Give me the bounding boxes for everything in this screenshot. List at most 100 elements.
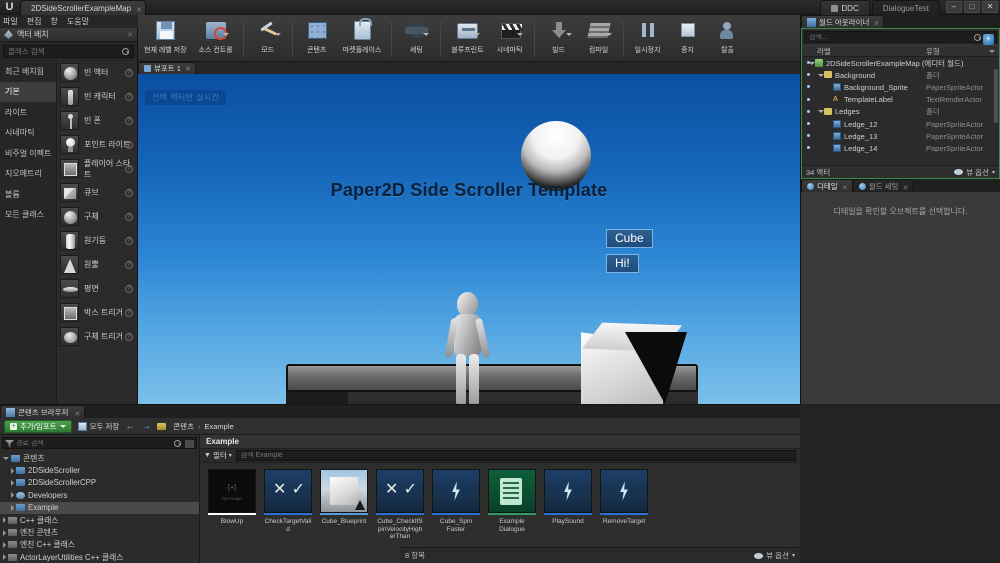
outliner-row[interactable]: Ledges 폴더: [802, 106, 999, 118]
chevron-down-icon[interactable]: [222, 33, 229, 36]
visibility-eye-icon[interactable]: [804, 133, 813, 140]
place-item-8[interactable]: 원뿔?: [57, 253, 137, 277]
info-icon[interactable]: ?: [125, 237, 133, 245]
outliner-search-input[interactable]: [809, 33, 980, 41]
info-icon[interactable]: ?: [125, 117, 133, 125]
info-icon[interactable]: ?: [125, 69, 133, 77]
place-category-4[interactable]: 비주얼 이펙트: [0, 143, 56, 164]
class-search-box[interactable]: [3, 45, 134, 58]
source-tree-node[interactable]: 2DSideScrollerCPP: [0, 477, 199, 489]
info-icon[interactable]: ?: [125, 213, 133, 221]
info-icon[interactable]: ?: [125, 93, 133, 101]
source-tree-node[interactable]: ActorLayerUtilities C++ 클래스: [0, 551, 199, 563]
info-icon[interactable]: ?: [125, 309, 133, 317]
breadcrumb-content[interactable]: 콘텐츠: [173, 421, 194, 432]
add-actor-button[interactable]: +: [983, 34, 994, 45]
visibility-eye-icon[interactable]: [804, 108, 813, 115]
place-category-2[interactable]: 라이트: [0, 102, 56, 123]
outliner-search-box[interactable]: +: [804, 31, 997, 45]
toolbar-content[interactable]: 콘텐츠: [297, 19, 337, 61]
chevron-down-icon[interactable]: [605, 33, 612, 36]
menu-edit[interactable]: 편집: [27, 16, 42, 27]
toolbar-pause[interactable]: 일시정지: [628, 19, 668, 61]
asset-tile[interactable]: Example Dialogue: [488, 469, 536, 547]
place-item-5[interactable]: 큐브?: [57, 181, 137, 205]
tab-world-settings[interactable]: 월드 세팅 ✕: [852, 179, 914, 192]
place-actors-tab[interactable]: 액터 배치 ✕: [0, 28, 137, 42]
place-item-9[interactable]: 평면?: [57, 277, 137, 301]
chevron-down-icon[interactable]: [423, 33, 430, 36]
asset-tile[interactable]: ✕ ✓ CheckTargetValid: [264, 469, 312, 547]
asset-tile[interactable]: PlaySound: [544, 469, 592, 547]
menu-file[interactable]: 파일: [3, 16, 18, 27]
minimize-button[interactable]: –: [946, 1, 962, 13]
column-label[interactable]: 라벨: [817, 46, 831, 57]
place-item-1[interactable]: 빈 캐릭터?: [57, 85, 137, 109]
place-category-3[interactable]: 시네마틱: [0, 123, 56, 144]
close-button[interactable]: ✕: [982, 1, 998, 13]
expand-arrow-icon[interactable]: [11, 504, 14, 511]
chevron-down-icon[interactable]: [989, 50, 995, 53]
add-import-button[interactable]: + 추가/임포트: [4, 419, 72, 433]
toolbar-source-control[interactable]: 소스 컨트롤: [193, 19, 239, 61]
place-item-2[interactable]: 빈 폰?: [57, 109, 137, 133]
place-item-0[interactable]: 빈 액터?: [57, 61, 137, 85]
expand-arrow-icon[interactable]: [3, 554, 6, 561]
filter-button[interactable]: ▼ 필터 ▾: [204, 450, 232, 461]
outliner-row[interactable]: Background_Sprite PaperSpriteActor: [802, 81, 999, 93]
expand-arrow-icon[interactable]: [3, 529, 6, 536]
column-type[interactable]: 유형: [926, 46, 940, 57]
place-category-0[interactable]: 최근 배치됨: [0, 61, 56, 82]
place-item-11[interactable]: 구체 트리거?: [57, 325, 137, 349]
outliner-row[interactable]: Background 폴더: [802, 69, 999, 81]
source-tree-node[interactable]: Developers: [0, 489, 199, 501]
toolbar-eject[interactable]: 탈출: [708, 19, 748, 61]
path-search-input[interactable]: [16, 439, 170, 447]
place-item-4[interactable]: 플레이어 스타트?: [57, 157, 137, 181]
info-icon[interactable]: ?: [125, 333, 133, 341]
place-category-6[interactable]: 볼륨: [0, 184, 56, 205]
collapse-arrow-icon[interactable]: [3, 456, 9, 460]
close-icon[interactable]: ✕: [75, 408, 81, 421]
world-outliner-tab[interactable]: 월드 아웃라이너 ✕: [801, 15, 885, 28]
expand-arrow-icon[interactable]: [11, 479, 14, 486]
asset-tile[interactable]: ✕ ✓ Cube_CheckIfSpinVelocityHigherThan: [376, 469, 424, 547]
info-icon[interactable]: ?: [125, 285, 133, 293]
place-item-10[interactable]: 박스 트리거?: [57, 301, 137, 325]
chevron-down-icon[interactable]: [565, 33, 572, 36]
expand-arrow-icon[interactable]: [3, 541, 6, 548]
outliner-row[interactable]: A TemplateLabel TextRenderActor: [802, 94, 999, 106]
toolbar-cinematics-clapper[interactable]: 시네마틱: [490, 19, 530, 61]
place-item-7[interactable]: 원기둥?: [57, 229, 137, 253]
breadcrumb-example[interactable]: Example: [204, 422, 233, 431]
expand-arrow-icon[interactable]: [11, 467, 14, 474]
asset-tile[interactable]: Cube_Spin Faster: [432, 469, 480, 547]
path-search-box[interactable]: [2, 437, 197, 449]
source-tree-node[interactable]: 2DSideScroller: [0, 464, 199, 476]
content-browser-tab[interactable]: 콘텐츠 브라우저 ✕: [0, 405, 86, 421]
asset-search-box[interactable]: [235, 450, 796, 461]
toolbar-settings-gear[interactable]: 세팅: [396, 19, 436, 61]
outliner-view-options[interactable]: 뷰 옵션 ▾: [954, 167, 995, 178]
outliner-row[interactable]: Ledge_14 PaperSpriteActor: [802, 142, 999, 154]
asset-tile[interactable]: Cube_Blueprint: [320, 469, 368, 547]
visibility-eye-icon[interactable]: [804, 121, 813, 128]
toolbar-marketplace[interactable]: 마켓플레이스: [337, 18, 388, 61]
toolbar-compile[interactable]: 컴파일: [579, 19, 619, 61]
class-search-input[interactable]: [8, 47, 129, 56]
place-category-7[interactable]: 모든 클래스: [0, 205, 56, 226]
forward-button[interactable]: →: [141, 421, 151, 432]
close-icon[interactable]: ✕: [127, 31, 133, 39]
toolbar-save[interactable]: 현재 레벨 저장: [138, 19, 193, 61]
outliner-scrollbar[interactable]: [994, 69, 998, 123]
assets-view-options[interactable]: 뷰 옵션 ▾: [754, 550, 795, 561]
visibility-eye-icon[interactable]: [804, 96, 813, 103]
toolbar-build[interactable]: 빌드: [539, 19, 579, 61]
visibility-eye-icon[interactable]: [804, 84, 813, 91]
back-button[interactable]: ←: [125, 421, 135, 432]
chevron-down-icon[interactable]: [516, 33, 523, 36]
save-all-button[interactable]: 모두 저장: [77, 421, 119, 432]
outliner-row[interactable]: Ledge_13 PaperSpriteActor: [802, 130, 999, 142]
toolbar-blueprint[interactable]: 블루프린트: [445, 19, 489, 61]
menu-help[interactable]: 도움말: [67, 16, 89, 27]
